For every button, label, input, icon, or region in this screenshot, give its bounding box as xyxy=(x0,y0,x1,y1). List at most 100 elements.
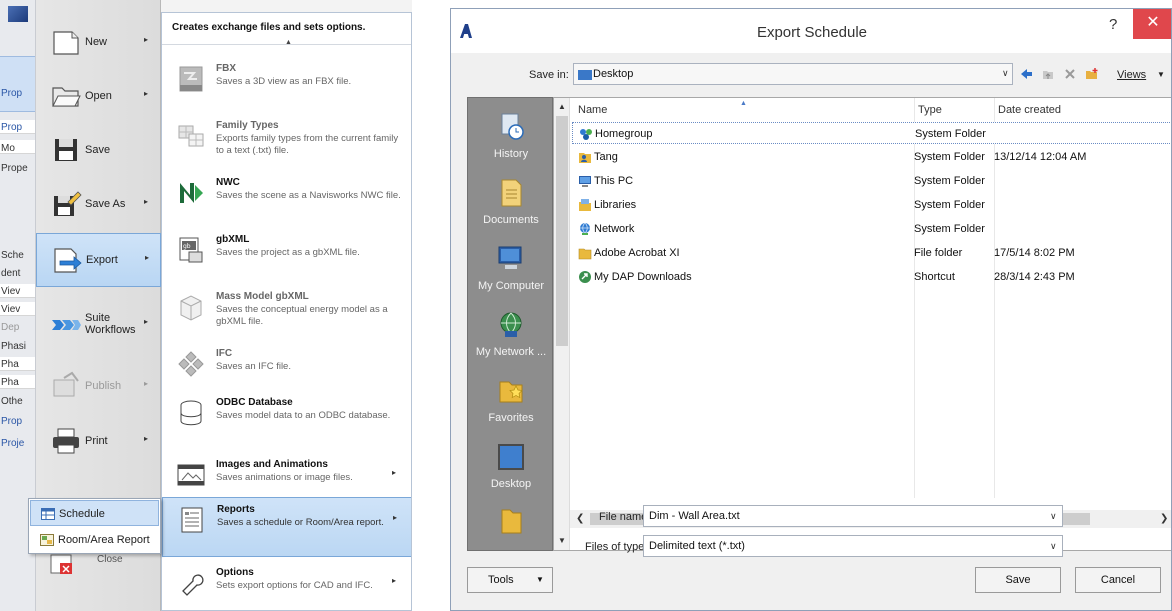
export-gbxml[interactable]: gb gbXML Saves the project as a gbXML fi… xyxy=(162,228,411,285)
printer-icon xyxy=(53,428,79,454)
place-label: Favorites xyxy=(488,412,534,424)
place-favorites[interactable]: Favorites xyxy=(468,372,552,438)
chevron-down-icon[interactable]: ∨ xyxy=(1050,511,1057,522)
revit-logo-icon[interactable] xyxy=(8,6,28,22)
menu-item-label: Open xyxy=(85,90,112,102)
column-header-date-created[interactable]: Date created xyxy=(998,104,1061,116)
place-desktop[interactable]: Desktop xyxy=(468,438,552,504)
menu-item-new[interactable]: New ▸ xyxy=(36,16,161,70)
close-button[interactable]: ✕ xyxy=(1133,9,1171,39)
submenu-item-title: Family Types xyxy=(216,120,279,131)
scroll-up-icon[interactable]: ▲ xyxy=(558,102,566,111)
place-documents[interactable]: Documents xyxy=(468,174,552,240)
homegroup-icon xyxy=(580,129,592,140)
place-folder[interactable] xyxy=(468,502,552,550)
export-odbc-database[interactable]: ODBC Database Saves model data to an ODB… xyxy=(162,391,411,448)
place-my-network[interactable]: My Network ... xyxy=(468,306,552,372)
menu-item-open[interactable]: Open ▸ xyxy=(36,70,161,124)
save-in-dropdown[interactable]: Desktop ∨ xyxy=(573,63,1013,85)
scrollbar-thumb[interactable] xyxy=(556,116,568,346)
odbc-database-icon xyxy=(180,400,202,426)
export-fbx[interactable]: FBX Saves a 3D view as an FBX file. xyxy=(162,57,411,114)
table-row[interactable]: Adobe Acrobat XI File folder 17/5/14 8:0… xyxy=(572,242,1171,264)
table-row[interactable]: Network System Folder xyxy=(572,218,1171,240)
sort-ascending-icon: ▲ xyxy=(740,100,747,107)
schedule-icon xyxy=(41,508,55,520)
scroll-right-icon[interactable]: ❯ xyxy=(1160,513,1168,524)
place-my-computer[interactable]: My Computer xyxy=(468,240,552,306)
history-icon xyxy=(501,113,524,140)
export-nwc[interactable]: NWC Saves the scene as a Navisworks NWC … xyxy=(162,171,411,228)
submenu-item-description: Saves model data to an ODBC database. xyxy=(216,410,391,421)
delete-icon[interactable] xyxy=(1063,67,1077,81)
my-computer-icon xyxy=(498,246,522,269)
cancel-button[interactable]: Cancel xyxy=(1075,567,1161,593)
menu-item-save-as[interactable]: Save As ▸ xyxy=(36,178,161,232)
menu-item-publish[interactable]: Publish ▸ xyxy=(36,360,161,414)
menu-item-suite-workflows[interactable]: Suite Workflows ▸ xyxy=(36,298,161,352)
flyout-item-room-area-report[interactable]: Room/Area Report xyxy=(30,527,159,553)
menu-item-export[interactable]: Export ▸ xyxy=(36,233,161,287)
caret-down-icon[interactable]: ▼ xyxy=(1157,70,1165,79)
scroll-left-icon[interactable]: ❮ xyxy=(576,513,584,524)
place-label: My Computer xyxy=(477,280,545,292)
export-family-types[interactable]: Family Types Exports family types from t… xyxy=(162,114,411,171)
menu-item-save[interactable]: Save xyxy=(36,124,161,178)
tools-button[interactable]: Tools ▼ xyxy=(467,567,553,593)
submenu-item-description: Saves an IFC file. xyxy=(216,361,291,372)
place-label: History xyxy=(493,148,529,160)
submenu-item-description: Saves a 3D view as an FBX file. xyxy=(216,76,352,87)
table-row[interactable]: This PC System Folder xyxy=(572,170,1171,192)
suite-workflows-icon xyxy=(52,320,81,330)
room-area-report-icon xyxy=(40,534,54,546)
menu-item-label: Close xyxy=(97,554,123,565)
new-folder-icon[interactable] xyxy=(1085,67,1099,81)
menu-item-label: Save As xyxy=(85,198,126,210)
submenu-item-description: Saves animations or image files. xyxy=(216,472,353,483)
export-options[interactable]: Options Sets export options for CAD and … xyxy=(162,561,411,610)
column-header-type[interactable]: Type xyxy=(918,104,942,116)
chevron-right-icon: ▸ xyxy=(144,89,149,98)
shortcut-icon xyxy=(579,271,591,283)
file-name-input[interactable]: Dim - Wall Area.txt ∨ xyxy=(643,505,1063,527)
menu-item-label: Export xyxy=(86,254,118,266)
table-row[interactable]: Homegroup System Folder xyxy=(572,122,1171,144)
back-arrow-icon[interactable] xyxy=(1019,67,1033,81)
column-header-name[interactable]: Name xyxy=(578,104,607,116)
export-mass-model-gbxml[interactable]: Mass Model gbXML Saves the conceptual en… xyxy=(162,285,411,342)
favorites-icon xyxy=(499,381,523,403)
export-reports[interactable]: Reports Saves a schedule or Room/Area re… xyxy=(162,497,411,557)
menu-item-print[interactable]: Print ▸ xyxy=(36,415,161,469)
table-row[interactable]: Tang System Folder 13/12/14 12:04 AM xyxy=(572,146,1171,168)
submenu-item-title: gbXML xyxy=(216,234,250,245)
caret-down-icon: ▼ xyxy=(536,575,544,584)
submenu-item-title: Mass Model gbXML xyxy=(216,291,309,302)
up-folder-icon[interactable] xyxy=(1041,67,1055,81)
file-type-value: Delimited text (*.txt) xyxy=(649,540,745,552)
flyout-item-label: Room/Area Report xyxy=(58,534,150,546)
save-button[interactable]: Save xyxy=(975,567,1061,593)
vertical-scrollbar[interactable]: ▲ ▼ xyxy=(554,98,570,550)
scroll-up-icon[interactable]: ▲ xyxy=(285,39,292,46)
help-button[interactable]: ? xyxy=(1109,16,1117,33)
chevron-right-icon: ▸ xyxy=(144,434,149,443)
properties-tab-highlight xyxy=(0,56,35,112)
chevron-right-icon: ▸ xyxy=(144,317,149,326)
folder-icon xyxy=(501,509,522,534)
place-history[interactable]: History xyxy=(468,108,552,174)
chevron-down-icon[interactable]: ∨ xyxy=(1050,541,1057,552)
revit-application-menu: Prop Prop Mo Prope Sche dent Viev Viev D… xyxy=(0,0,412,611)
menu-item-label: Suite Workflows xyxy=(85,312,136,336)
my-network-icon xyxy=(500,312,522,337)
views-button[interactable]: Views xyxy=(1117,69,1146,81)
images-animations-icon xyxy=(177,464,205,486)
file-type-dropdown[interactable]: Delimited text (*.txt) ∨ xyxy=(643,535,1063,557)
table-row[interactable]: My DAP Downloads Shortcut 28/3/14 2:43 P… xyxy=(572,266,1171,288)
table-row[interactable]: Libraries System Folder xyxy=(572,194,1171,216)
chevron-down-icon: ∨ xyxy=(1002,68,1009,78)
scroll-down-icon[interactable]: ▼ xyxy=(558,536,566,545)
desktop-icon xyxy=(498,444,524,470)
flyout-item-schedule[interactable]: Schedule xyxy=(30,500,159,526)
navisworks-nwc-icon xyxy=(180,183,203,203)
strip-label-properties: Prop xyxy=(1,88,23,99)
